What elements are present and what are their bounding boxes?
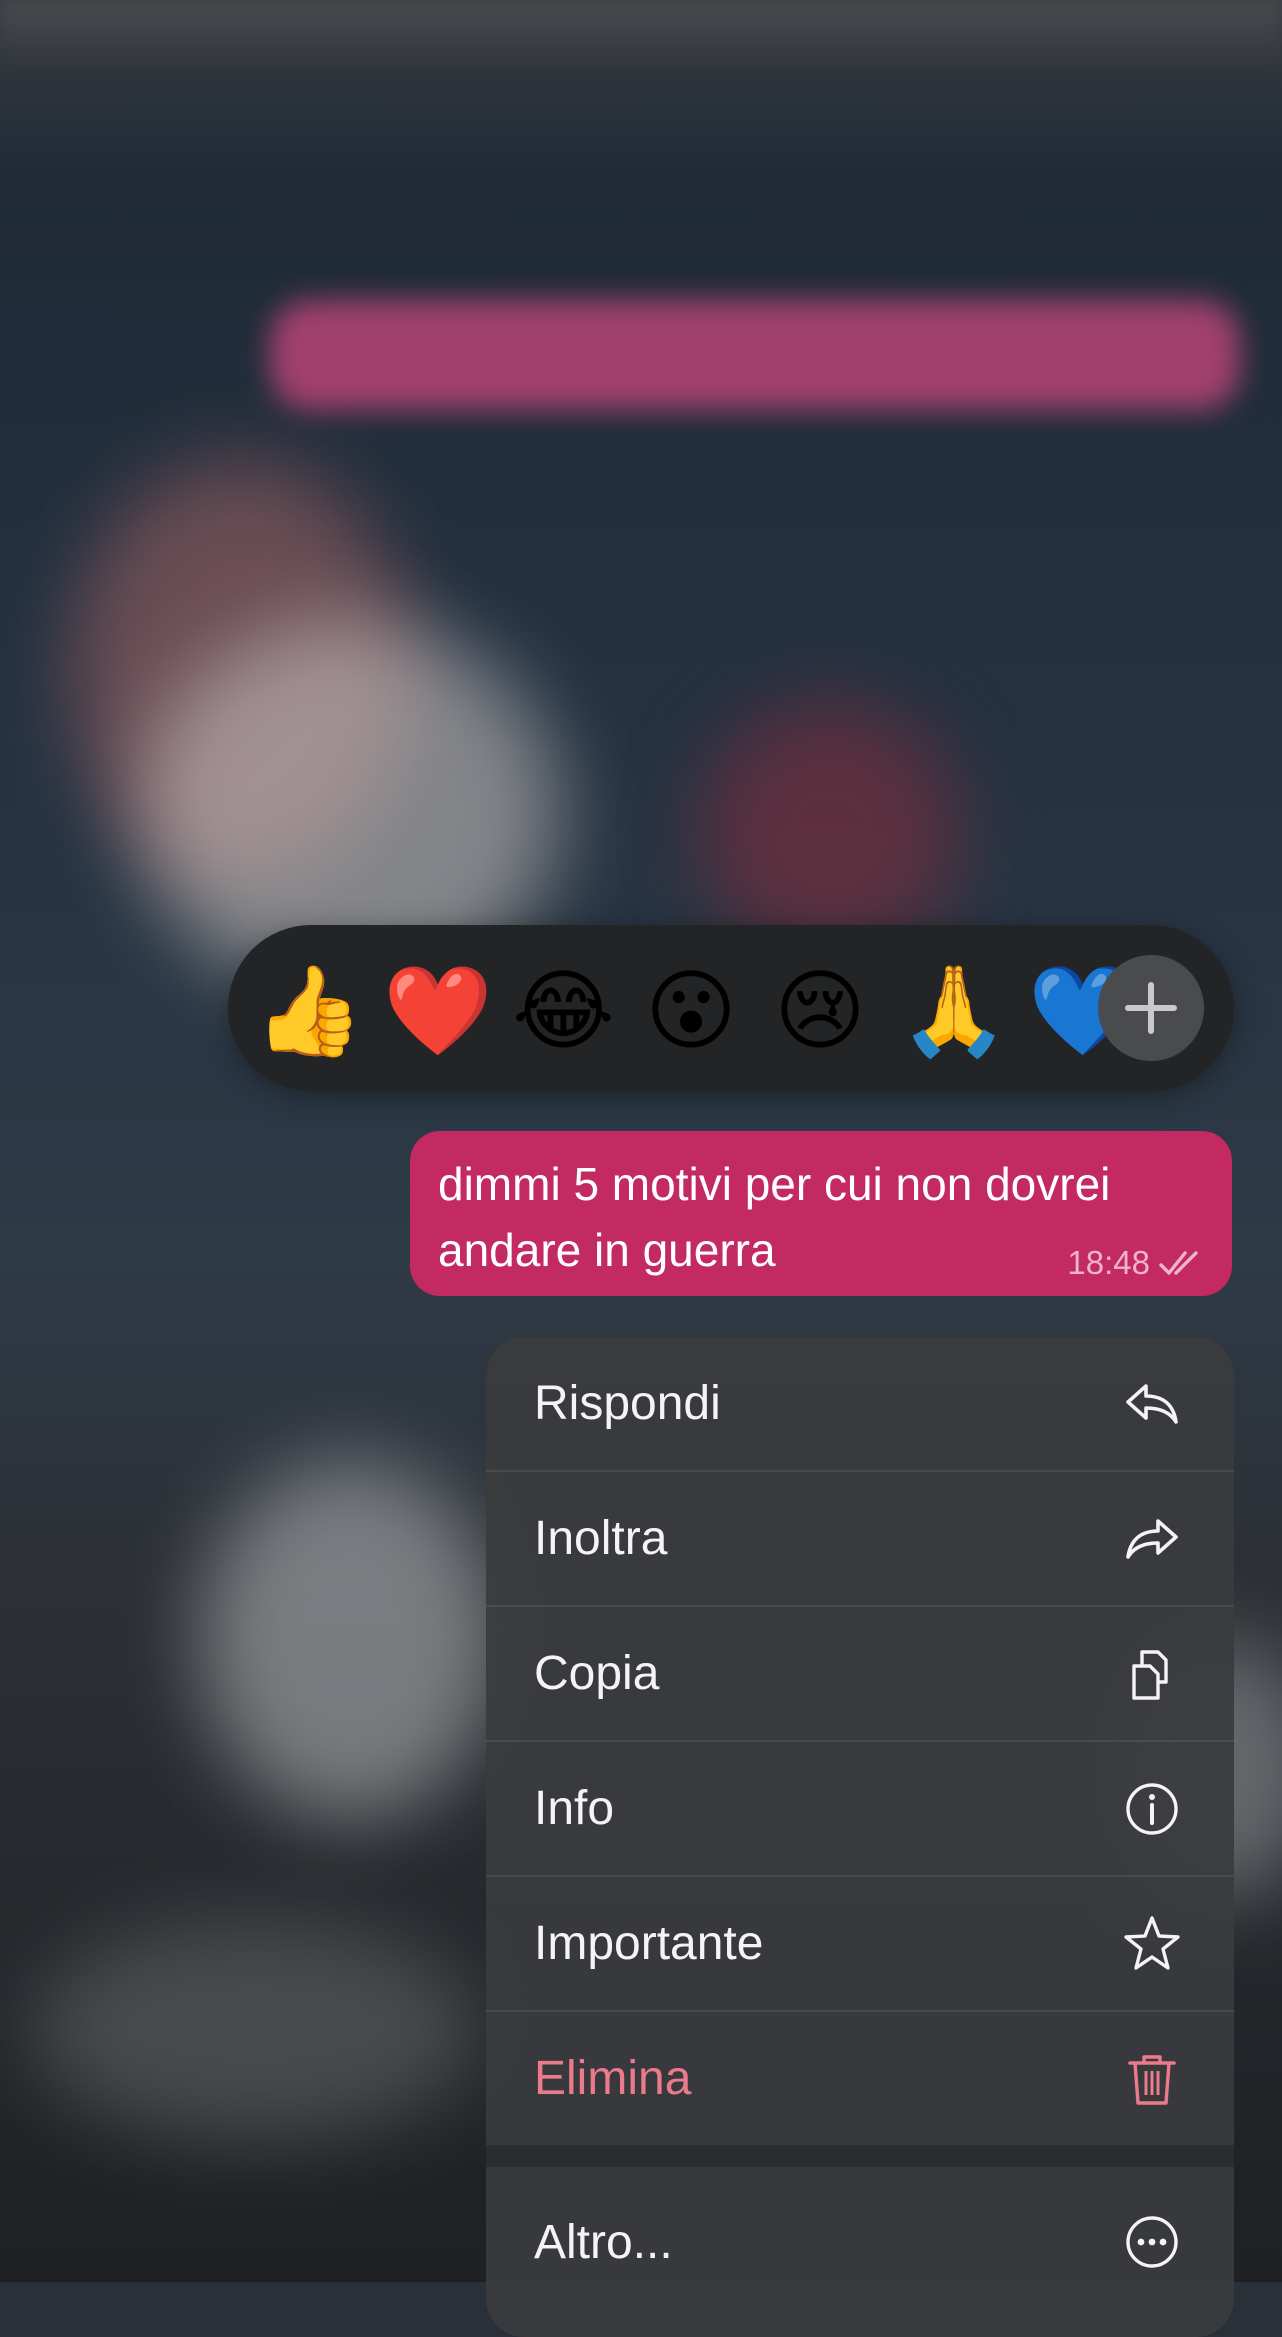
- menu-item-label: Importante: [534, 1917, 764, 1970]
- menu-item-reply[interactable]: Rispondi: [486, 1337, 1234, 1470]
- menu-item-forward[interactable]: Inoltra: [486, 1472, 1234, 1605]
- menu-item-label: Inoltra: [534, 1512, 668, 1565]
- info-icon: [1126, 1782, 1178, 1835]
- reply-icon: [1126, 1383, 1178, 1424]
- add-reaction-button[interactable]: [1098, 955, 1204, 1061]
- copy-icon: [1132, 1649, 1168, 1700]
- star-icon: [1124, 1915, 1180, 1970]
- reaction-crying-icon[interactable]: 😢: [770, 961, 870, 1061]
- reaction-surprised-icon[interactable]: 😮: [641, 961, 741, 1061]
- reaction-praying-hands-icon[interactable]: 🙏: [899, 961, 1009, 1061]
- menu-item-info[interactable]: Info: [486, 1742, 1234, 1875]
- menu-item-label: Elimina: [534, 2052, 692, 2105]
- message-context-menu: Rispondi Inoltra Copia Info Importante E…: [486, 1337, 1234, 2337]
- trash-icon: [1128, 2054, 1176, 2105]
- message-meta: 18:48: [1067, 1244, 1206, 1282]
- blurred-message-bubble: [270, 300, 1240, 410]
- menu-item-label: Rispondi: [534, 1377, 721, 1430]
- menu-item-delete[interactable]: Elimina: [486, 2012, 1234, 2145]
- blurred-shape: [30, 1920, 480, 2140]
- blurred-header: [0, 0, 1282, 90]
- message-text-line: dimmi 5 motivi per cui non dovrei: [438, 1158, 1111, 1210]
- double-check-icon: [1159, 1251, 1198, 1275]
- more-icon: [1126, 2216, 1178, 2268]
- blurred-shape: [700, 700, 960, 960]
- reaction-heart-icon[interactable]: ❤️: [383, 961, 493, 1061]
- menu-item-star[interactable]: Importante: [486, 1877, 1234, 2010]
- menu-item-label: Altro...: [534, 2215, 673, 2269]
- menu-item-more[interactable]: Altro...: [486, 2167, 1234, 2317]
- menu-item-label: Info: [534, 1782, 615, 1835]
- reaction-bar: 👍 ❤️ 😂 😮 😢 🙏 💙: [228, 925, 1234, 1091]
- menu-group-gap: [486, 2145, 1234, 2167]
- selected-message-bubble: dimmi 5 motivi per cui non dovrei andare…: [410, 1131, 1232, 1296]
- menu-item-copy[interactable]: Copia: [486, 1607, 1234, 1740]
- blurred-shape: [200, 1460, 500, 1820]
- message-time: 18:48: [1067, 1244, 1150, 1281]
- message-text-line: andare in guerra: [438, 1224, 776, 1276]
- reaction-thumbs-up-icon[interactable]: 👍: [254, 961, 364, 1061]
- forward-icon: [1126, 1518, 1178, 1559]
- menu-item-label: Copia: [534, 1647, 660, 1700]
- reaction-laughing-icon[interactable]: 😂: [512, 961, 615, 1061]
